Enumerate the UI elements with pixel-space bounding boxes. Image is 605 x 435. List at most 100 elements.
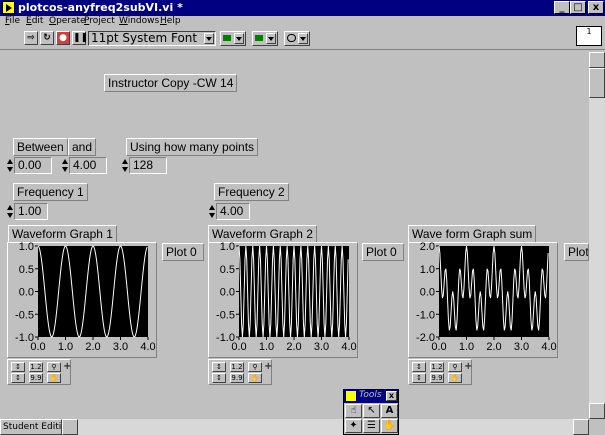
close-icon[interactable]: x xyxy=(386,391,397,401)
x-tick-label: 3.0 xyxy=(113,341,128,353)
menu-file[interactable]: File xyxy=(5,16,20,26)
menu-help[interactable]: Help xyxy=(160,16,181,26)
x-tick-label: 4.0 xyxy=(541,341,556,353)
labview-vi-icon[interactable] xyxy=(2,1,15,14)
menu-windows[interactable]: Windows xyxy=(119,16,159,26)
and-input[interactable]: 4.00 xyxy=(69,157,107,174)
points-increment[interactable] xyxy=(122,157,128,174)
x-tick-label: 2.0 xyxy=(286,341,301,353)
frequency-1-label: Frequency 1 xyxy=(13,183,88,201)
align-objects-dropdown[interactable] xyxy=(220,31,246,46)
y-format-icon[interactable]: 9.9 xyxy=(430,373,444,383)
graph-sum-legend[interactable]: Plot xyxy=(564,243,589,261)
pan-hand-icon[interactable]: ✋ xyxy=(448,373,462,383)
frequency-2-input[interactable]: 4.00 xyxy=(216,203,250,220)
graph-sum-title: Wave form Graph sum xyxy=(408,225,537,243)
y-autoscale-icon[interactable]: ↕ xyxy=(212,373,226,383)
menu-edit[interactable]: Edit xyxy=(26,16,43,26)
cursor-plus-icon[interactable]: + xyxy=(63,361,71,372)
waveform-graph-1[interactable]: 1.0 0.5 0.0 -0.5 -1.0 0.0 1.0 2.0 3.0 4.0 xyxy=(7,242,157,358)
pan-hand-icon[interactable]: ✋ xyxy=(248,373,262,383)
zoom-icon[interactable]: ⚲ xyxy=(448,362,462,372)
text-tool-icon[interactable]: A xyxy=(381,404,398,418)
scroll-hand-icon[interactable]: ✋ xyxy=(381,419,398,433)
between-label: Between xyxy=(13,138,68,156)
waveform-graph-2-plot: 1.00.50.0-0.5-1.00.0 1.0 2.0 3.0 4.0 xyxy=(216,242,357,353)
vertical-scrollbar[interactable] xyxy=(589,52,605,419)
font-select[interactable]: 11pt System Font xyxy=(88,31,216,46)
scroll-up-icon[interactable] xyxy=(589,52,605,68)
waveform-graph-2[interactable]: 1.0 0.5 0.0 -0.5 -1.0 0.0 1.0 2.0 3.0 4.0 xyxy=(208,242,358,358)
between-increment[interactable] xyxy=(7,157,13,174)
y-format-icon[interactable]: 9.9 xyxy=(230,373,244,383)
frequency-1-input[interactable]: 1.00 xyxy=(14,203,48,220)
scroll-thumb[interactable] xyxy=(589,68,605,98)
graph-1-palette: ↕ 1.2 ⚲ ↕ 9.9 ✋ + xyxy=(7,359,71,385)
graph-2-title: Waveform Graph 2 xyxy=(208,225,317,243)
run-continuously-icon[interactable]: ↻ xyxy=(40,31,54,45)
points-input[interactable]: 128 xyxy=(129,157,167,174)
close-button[interactable]: x xyxy=(588,1,604,14)
x-tick-label: 0.0 xyxy=(30,341,45,353)
y-autoscale-icon[interactable]: ↕ xyxy=(11,373,25,383)
position-arrow-icon[interactable]: ↖ xyxy=(363,404,380,418)
reorder-dropdown[interactable] xyxy=(284,31,310,46)
menu-project[interactable]: Project xyxy=(84,16,115,26)
maximize-button[interactable]: □ xyxy=(570,1,586,14)
x-autoscale-icon[interactable]: ↕ xyxy=(11,362,25,372)
x-tick-label: 0.0 xyxy=(431,341,446,353)
x-tick-label: 1.0 xyxy=(459,341,474,353)
x-tick-label: 1.0 xyxy=(58,341,73,353)
y-format-icon[interactable]: 9.9 xyxy=(29,373,43,383)
x-tick-label: 4.0 xyxy=(341,341,356,353)
tools-palette[interactable]: Tools x ☝ ↖ A ✦ ☰ ✋ xyxy=(343,389,399,435)
popup-menu-icon[interactable]: ☰ xyxy=(363,419,380,433)
run-arrow-icon[interactable]: ⇨ xyxy=(24,31,38,45)
cursor-plus-icon[interactable]: + xyxy=(464,361,472,372)
toolbar: ⇨ ↻ ● ❚❚ 11pt System Font xyxy=(0,28,605,50)
scroll-down-icon[interactable] xyxy=(589,403,605,419)
points-label: Using how many points xyxy=(126,138,259,156)
x-format-icon[interactable]: 1.2 xyxy=(230,362,244,372)
x-tick-label: 0.0 xyxy=(231,341,246,353)
zoom-icon[interactable]: ⚲ xyxy=(47,362,61,372)
frequency-2-increment[interactable] xyxy=(209,203,215,220)
y-tick-label: 1.0 xyxy=(220,242,235,253)
pause-icon[interactable]: ❚❚ xyxy=(72,31,88,45)
horizontal-scrollbar[interactable] xyxy=(62,419,589,435)
graph-1-legend[interactable]: Plot 0 xyxy=(162,243,204,261)
menu-operate[interactable]: Operate xyxy=(49,16,86,26)
minimize-button[interactable]: _ xyxy=(554,1,570,14)
and-increment[interactable] xyxy=(62,157,68,174)
zoom-icon[interactable]: ⚲ xyxy=(248,362,262,372)
title-bar: plotcos-anyfreq2subVI.vi * _ □ x xyxy=(0,0,605,16)
tools-palette-titlebar[interactable]: Tools x xyxy=(344,390,398,403)
distribute-objects-dropdown[interactable] xyxy=(252,31,278,46)
vi-connector-icon[interactable]: 1 xyxy=(576,26,602,46)
graph-2-legend[interactable]: Plot 0 xyxy=(362,243,404,261)
y-tick-label: 0.0 xyxy=(220,287,235,299)
y-tick-label: 0.5 xyxy=(220,264,235,276)
y-autoscale-icon[interactable]: ↕ xyxy=(412,373,426,383)
frequency-2-label: Frequency 2 xyxy=(214,183,289,201)
scroll-right-icon[interactable] xyxy=(573,419,589,435)
wiring-spool-icon[interactable]: ✦ xyxy=(345,419,362,433)
x-autoscale-icon[interactable]: ↕ xyxy=(212,362,226,372)
x-autoscale-icon[interactable]: ↕ xyxy=(412,362,426,372)
between-input[interactable]: 0.00 xyxy=(14,157,52,174)
y-tick-label: 1.0 xyxy=(19,242,34,253)
cursor-plus-icon[interactable]: + xyxy=(264,361,272,372)
waveform-graph-sum[interactable]: 2.0 1.0 0.0 -1.0 -2.0 0.0 1.0 2.0 3.0 4.0 xyxy=(408,242,558,358)
frequency-1-increment[interactable] xyxy=(7,203,13,220)
chevron-down-icon xyxy=(266,33,276,44)
tools-palette-title: Tools xyxy=(359,390,382,400)
x-format-icon[interactable]: 1.2 xyxy=(430,362,444,372)
scroll-left-icon[interactable] xyxy=(62,419,78,435)
reorder-icon xyxy=(287,34,296,42)
abort-icon[interactable]: ● xyxy=(56,31,70,45)
labview-vi-icon xyxy=(346,391,356,401)
operate-hand-icon[interactable]: ☝ xyxy=(345,404,362,418)
window-title: plotcos-anyfreq2subVI.vi * xyxy=(18,1,183,14)
pan-hand-icon[interactable]: ✋ xyxy=(47,373,61,383)
x-format-icon[interactable]: 1.2 xyxy=(29,362,43,372)
